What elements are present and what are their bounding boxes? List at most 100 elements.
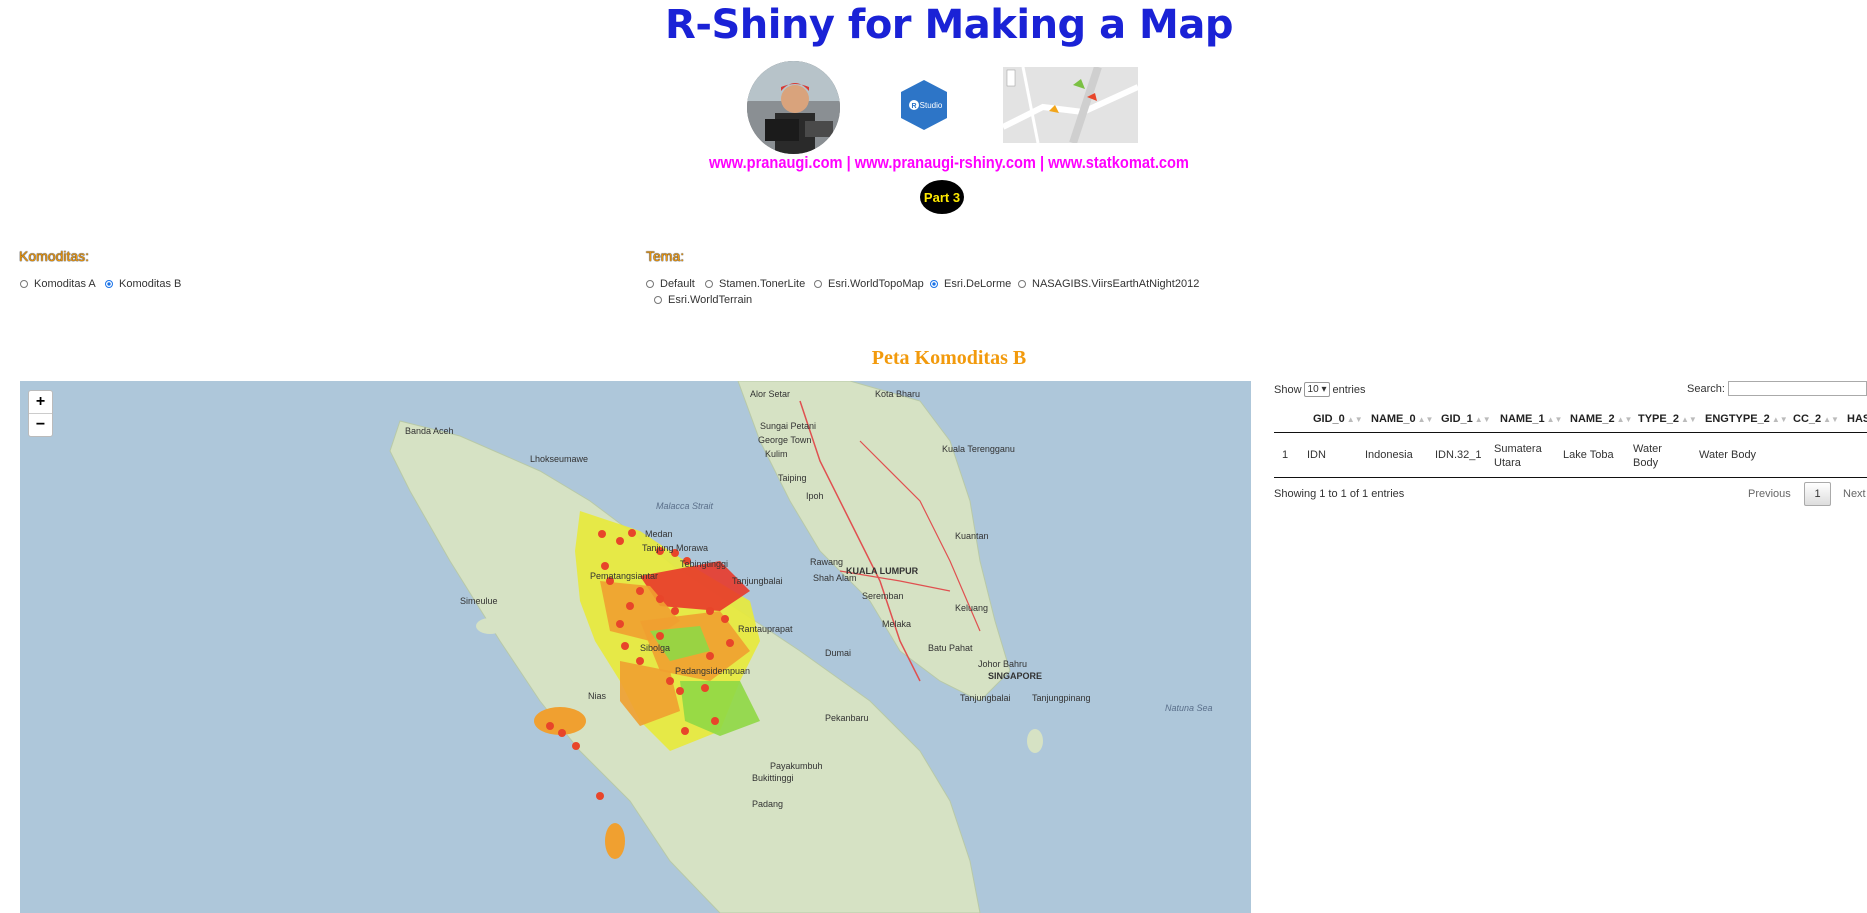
map-label: Nias [588,691,607,701]
sort-icon: ▲▼ [1771,415,1788,424]
table-cell: IDN [1307,449,1326,461]
map-label: Johor Bahru [978,659,1028,669]
radio-tema-nasagibs[interactable]: NASAGIBS.ViirsEarthAtNight2012 [1018,278,1199,290]
svg-text:R: R [911,103,916,110]
map-label: Medan [645,529,673,539]
radio-komoditas-b[interactable]: Komoditas B [105,278,181,290]
table-cell: Water Body [1633,443,1662,469]
svg-text:Studio: Studio [920,101,943,110]
radio-button[interactable] [646,280,654,288]
map-label: Melaka [882,619,912,629]
table-cell: Lake Toba [1563,449,1614,461]
column-header-name2[interactable]: NAME_2 ▲▼ [1570,413,1632,425]
radio-button[interactable] [654,296,662,304]
map-label: Taiping [778,473,807,483]
radio-button-selected[interactable] [930,280,938,288]
author-photo [747,61,840,154]
sort-icon: ▲▼ [1346,415,1363,424]
komoditas-label: Komoditas: [19,248,90,264]
sort-icon: ▲▼ [1417,415,1434,424]
pagination-previous[interactable]: Previous [1748,488,1791,500]
table-cell: Sumatera Utara [1494,443,1542,469]
entries-select[interactable]: 10 ▾ [1303,382,1331,397]
map-label: KUALA LUMPUR [846,566,919,576]
map-label: Tanjungpinang [1032,693,1091,703]
map-label: Rantauprapat [738,624,793,634]
map-label: Alor Setar [750,389,791,399]
zoom-out-button[interactable]: − [29,414,52,436]
map-label: SINGAPORE [988,671,1043,681]
radio-tema-esri-delorme[interactable]: Esri.DeLorme [930,278,1011,290]
map-zoom-control[interactable]: + − [28,390,53,437]
radio-tema-default[interactable]: Default [646,278,695,290]
map-label: Ipoh [806,491,824,501]
radio-tema-stamen-tonerlite[interactable]: Stamen.TonerLite [705,278,805,290]
radio-button[interactable] [705,280,713,288]
map-label: Pekanbaru [825,713,869,723]
map-label: Tanjung Morawa [642,543,709,553]
map-label: Tanjungbalai [960,693,1011,703]
table-cell: IDN.32_1 [1435,449,1482,461]
entries-length-control: Show 10 ▾ entries [1274,382,1366,397]
sort-icon: ▲▼ [1616,415,1633,424]
table-cell: Indonesia [1365,449,1413,461]
pagination-next[interactable]: Next [1843,488,1866,500]
map-label: Kota Bharu [875,389,921,399]
table-cell: 1 [1282,449,1289,461]
map-label: Pematangsiantar [590,571,659,581]
map-label: George Town [758,435,812,445]
map-label: Seremban [862,591,904,601]
search-input[interactable] [1728,381,1867,396]
column-header-name1[interactable]: NAME_1 ▲▼ [1500,413,1562,425]
leaflet-map[interactable]: Banda Aceh Lhokseumawe Malacca Strait Al… [20,381,1251,913]
table-footer-border [1274,477,1867,478]
map-label: Sungai Petani [760,421,817,431]
sort-icon: ▲▼ [1474,415,1491,424]
chevron-down-icon: ▾ [1321,384,1327,395]
rstudio-logo: R Studio [897,78,951,132]
website-links: www.pranaugi.com | www.pranaugi-rshiny.c… [709,153,1189,172]
map-label: Bukittinggi [752,773,794,783]
map-label: Simeulue [460,596,498,606]
radio-button[interactable] [1018,280,1026,288]
column-header-type2[interactable]: TYPE_2 ▲▼ [1638,413,1697,425]
map-label: Padang [752,799,784,809]
map-label: Rawang [810,557,844,567]
map-label: Kuala Terengganu [942,444,1015,454]
map-label: Banda Aceh [405,426,454,436]
map-thumbnail-image [1003,67,1138,143]
column-header-engtype2[interactable]: ENGTYPE_2 ▲▼ [1705,413,1788,425]
table-info: Showing 1 to 1 of 1 entries [1274,488,1405,500]
table-cell: Water Body [1699,449,1757,461]
map-label: Keluang [955,603,989,613]
map-label: Kulim [765,449,788,459]
search-label: Search: [1687,383,1725,395]
map-canvas[interactable] [20,381,1251,913]
pagination-page-1[interactable]: 1 [1804,482,1831,506]
sort-icon: ▲▼ [1680,415,1697,424]
map-label: Tebingtinggi [680,559,729,569]
column-header-name0[interactable]: NAME_0 ▲▼ [1371,413,1433,425]
radio-tema-esri-worldtopomap[interactable]: Esri.WorldTopoMap [814,278,924,290]
sort-icon: ▲▼ [1823,415,1839,424]
tema-label: Tema: [646,248,685,264]
map-label: Sibolga [640,643,671,653]
map-label: Padangsidempuan [675,666,751,676]
column-header-has[interactable]: HAS [1847,413,1867,425]
column-header-gid1[interactable]: GID_1 ▲▼ [1441,413,1491,425]
page-title: R-Shiny for Making a Map [665,2,1233,48]
radio-komoditas-a[interactable]: Komoditas A [20,278,96,290]
map-label: Natuna Sea [1165,703,1213,713]
radio-button[interactable] [20,280,28,288]
radio-button-selected[interactable] [105,280,113,288]
map-label: Malacca Strait [656,501,714,511]
zoom-in-button[interactable]: + [29,391,52,414]
map-label: Lhokseumawe [530,454,589,464]
table-header-border [1274,432,1867,433]
column-header-cc2[interactable]: CC_2 ▲▼ [1793,413,1839,425]
map-label: Tanjungbalai [732,576,783,586]
map-label: Kuantan [955,531,989,541]
radio-tema-esri-worldterrain[interactable]: Esri.WorldTerrain [654,294,752,306]
column-header-gid0[interactable]: GID_0 ▲▼ [1313,413,1363,425]
radio-button[interactable] [814,280,822,288]
